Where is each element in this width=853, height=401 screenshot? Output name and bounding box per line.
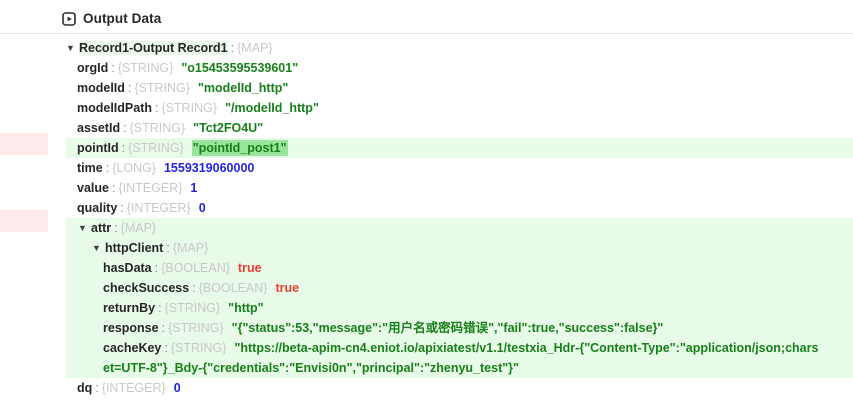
node-value: "Tct2FO4U" [193, 121, 263, 135]
node-type-tag: {STRING} [168, 321, 224, 335]
panel-title: Output Data [83, 11, 161, 26]
node-value: true [275, 281, 299, 295]
node-type-tag: {MAP} [121, 221, 156, 235]
tree-row-dq: dq: {INTEGER} 0 [66, 378, 853, 398]
collapse-caret-icon[interactable]: ▼ [92, 238, 105, 258]
tree-row-returnby: returnBy: {STRING} "http" [66, 298, 853, 318]
tree-row-pointid: pointId:{STRING} "pointId_post1" [66, 138, 853, 158]
tree-row-quality: quality: {INTEGER} 0 [66, 198, 853, 218]
tree-row-time: time:{LONG} 1559319060000 [66, 158, 853, 178]
node-type-tag: {STRING} [171, 341, 227, 355]
node-key: cacheKey [103, 341, 161, 355]
node-value: true [238, 261, 262, 275]
key-separator: : [192, 281, 195, 295]
collapse-caret-icon[interactable]: ▼ [78, 218, 91, 238]
node-key: attr [91, 221, 111, 235]
node-key: Record1-Output Record1 [79, 41, 228, 55]
tree-row-assetid: assetId: {STRING} "Tct2FO4U" [66, 118, 853, 138]
tree-row-record1-output-record1: ▼Record1-Output Record1:{MAP} [66, 38, 853, 58]
tree-row-modelidpath: modelIdPath: {STRING} "/modelId_http" [66, 98, 853, 118]
key-separator: : [166, 241, 169, 255]
left-row-marker-pink-1 [0, 133, 48, 155]
node-type-tag: {STRING} [162, 101, 218, 115]
node-value: "http" [228, 301, 263, 315]
tree-row-response: response:{STRING} "{"status":53,"message"… [66, 318, 853, 338]
node-value: "/modelId_http" [225, 101, 319, 115]
node-type-tag: {BOOLEAN} [161, 261, 230, 275]
node-key: orgId [77, 61, 108, 75]
tree-row-httpclient: ▼httpClient: {MAP} [66, 238, 853, 258]
node-value: 1 [190, 181, 197, 195]
key-separator: : [112, 181, 115, 195]
node-key: hasData [103, 261, 152, 275]
key-separator: : [122, 141, 125, 155]
tree-row-hasdata: hasData:{BOOLEAN} true [66, 258, 853, 278]
node-value: 0 [174, 381, 181, 395]
node-type-tag: {BOOLEAN} [199, 281, 268, 295]
node-key: dq [77, 381, 92, 395]
key-separator: : [95, 381, 98, 395]
node-type-tag: {LONG} [112, 161, 156, 175]
tree-row-cachekey: cacheKey:{STRING}"https://beta-apim-cn4.… [66, 338, 853, 378]
node-key: value [77, 181, 109, 195]
node-key: quality [77, 201, 117, 215]
node-type-tag: {STRING} [118, 61, 174, 75]
node-key: time [77, 161, 103, 175]
key-separator: : [155, 101, 158, 115]
node-key: checkSuccess [103, 281, 189, 295]
key-separator: : [123, 121, 126, 135]
tree-row-attr: ▼attr: {MAP} [66, 218, 853, 238]
node-value: "modelId_http" [198, 81, 288, 95]
key-separator: : [111, 61, 114, 75]
node-value: "pointId_post1" [192, 140, 288, 156]
node-key: modelId [77, 81, 125, 95]
key-separator: : [155, 261, 158, 275]
tree-row-orgid: orgId: {STRING} "o15453595539601" [66, 58, 853, 78]
node-value: 1559319060000 [164, 161, 254, 175]
node-type-tag: {INTEGER} [118, 181, 182, 195]
node-key: pointId [77, 141, 119, 155]
node-value: "{"status":53,"message":"用户名或密码错误","fail… [232, 321, 664, 335]
node-type-tag: {STRING} [165, 301, 221, 315]
node-value: 0 [199, 201, 206, 215]
node-type-tag: {INTEGER} [102, 381, 166, 395]
key-separator: : [120, 201, 123, 215]
play-square-icon [62, 12, 76, 26]
key-separator: : [158, 301, 161, 315]
node-key: modelIdPath [77, 101, 152, 115]
node-type-tag: {MAP} [173, 241, 208, 255]
node-type-tag: {STRING} [130, 121, 186, 135]
left-row-marker-pink-2 [0, 210, 48, 232]
node-type-tag: {MAP} [237, 41, 272, 55]
node-key: response [103, 321, 159, 335]
output-tree: ▼Record1-Output Record1:{MAP}orgId:{STRI… [66, 38, 853, 398]
output-data-header: Output Data [0, 0, 853, 34]
tree-row-value: value:{INTEGER} 1 [66, 178, 853, 198]
key-separator: : [231, 41, 234, 55]
node-value: "o15453595539601" [181, 61, 298, 75]
node-key: returnBy [103, 301, 155, 315]
node-type-tag: {INTEGER} [127, 201, 191, 215]
key-separator: : [106, 161, 109, 175]
key-separator: : [114, 221, 117, 235]
key-separator: : [162, 321, 165, 335]
node-type-tag: {STRING} [134, 81, 190, 95]
node-key: httpClient [105, 241, 163, 255]
key-separator: : [128, 81, 131, 95]
key-separator: : [164, 341, 167, 355]
tree-row-checksuccess: checkSuccess: {BOOLEAN} true [66, 278, 853, 298]
node-key: assetId [77, 121, 120, 135]
collapse-caret-icon[interactable]: ▼ [66, 38, 79, 58]
tree-row-modelid: modelId:{STRING} "modelId_http" [66, 78, 853, 98]
node-type-tag: {STRING} [128, 141, 184, 155]
